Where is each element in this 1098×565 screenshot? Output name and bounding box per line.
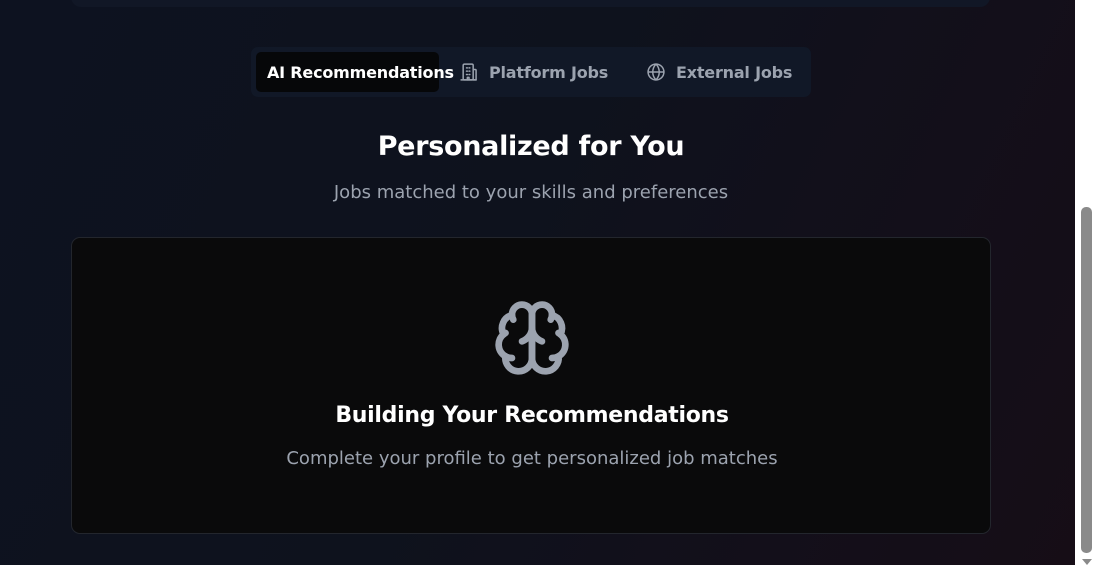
tab-label: External Jobs <box>676 62 793 82</box>
empty-state-title: Building Your Recommendations <box>335 403 729 428</box>
scroll-down-arrow-icon[interactable] <box>1082 559 1092 565</box>
recommendations-card: Building Your Recommendations Complete y… <box>71 237 991 534</box>
globe-icon <box>646 62 666 82</box>
tab-platform-jobs[interactable]: Platform Jobs <box>459 52 624 92</box>
page-scrollbar[interactable] <box>1075 0 1098 565</box>
building-icon <box>459 62 479 82</box>
scrollbar-thumb[interactable] <box>1081 207 1092 553</box>
brain-icon <box>492 298 572 378</box>
tab-label: Platform Jobs <box>489 62 609 82</box>
page-viewport: AI Recommendations Platform Jobs Externa… <box>0 0 1075 565</box>
section-title: Personalized for You <box>377 131 685 162</box>
previous-section-card <box>71 0 990 7</box>
empty-state-message: Complete your profile to get personalize… <box>286 448 778 469</box>
section-subtitle: Jobs matched to your skills and preferen… <box>333 182 729 203</box>
tab-external-jobs[interactable]: External Jobs <box>646 52 806 92</box>
tab-label: AI Recommendations <box>267 62 454 82</box>
tab-ai-recommendations[interactable]: AI Recommendations <box>256 52 454 92</box>
job-tabs: AI Recommendations Platform Jobs Externa… <box>251 47 811 97</box>
